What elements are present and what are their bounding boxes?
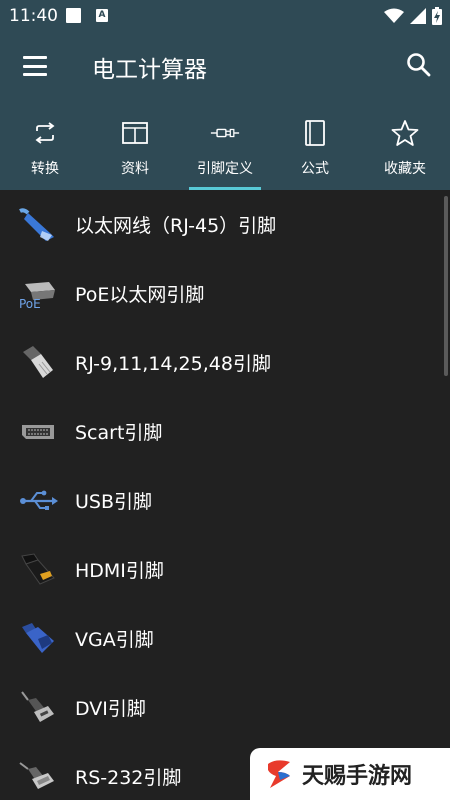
scart-plug-icon: [16, 412, 60, 452]
list-item[interactable]: RJ-9,11,14,25,48引脚: [0, 328, 444, 397]
repeat-icon: [30, 118, 60, 148]
signal-icon: [410, 8, 426, 24]
list-item-label: Scart引脚: [75, 422, 163, 444]
notification-square-icon: [66, 8, 81, 23]
rj11-plug-icon: [16, 343, 60, 383]
search-button[interactable]: [404, 50, 434, 80]
list-item-label: RJ-9,11,14,25,48引脚: [75, 353, 271, 375]
rs232-plug-icon: [16, 757, 60, 797]
list-item[interactable]: PoE PoE以太网引脚: [0, 259, 444, 328]
tab-convert[interactable]: 转换: [0, 114, 90, 190]
book-icon: [300, 118, 330, 148]
scrollbar[interactable]: [444, 196, 448, 376]
tab-pinouts[interactable]: 引脚定义: [180, 114, 270, 190]
tab-favorites[interactable]: 收藏夹: [360, 114, 450, 190]
hdmi-plug-icon: [16, 550, 60, 590]
tab-label: 公式: [301, 161, 329, 177]
pinout-list: 以太网线（RJ-45）引脚 PoE PoE以太网引脚 RJ-9,11,14,25…: [0, 190, 450, 800]
list-item[interactable]: 以太网线（RJ-45）引脚: [0, 190, 444, 259]
list-item[interactable]: VGA引脚: [0, 604, 444, 673]
list-item-label: RS-232引脚: [75, 767, 182, 789]
tab-label: 收藏夹: [384, 161, 426, 177]
list-item[interactable]: HDMI引脚: [0, 535, 444, 604]
list-item-label: 以太网线（RJ-45）引脚: [75, 215, 277, 237]
poe-icon: PoE: [16, 274, 60, 314]
app-title: 电工计算器: [92, 57, 207, 83]
wifi-icon: [384, 8, 404, 23]
poe-icon-text: PoE: [19, 297, 41, 311]
connector-icon: [210, 118, 240, 148]
watermark: 天赐手游网: [250, 748, 450, 800]
status-icons: [384, 6, 442, 26]
list-item-label: HDMI引脚: [75, 560, 164, 582]
list-item[interactable]: Scart引脚: [0, 397, 444, 466]
menu-icon: [23, 56, 47, 59]
notification-letter-icon: A: [96, 9, 108, 22]
battery-icon: [432, 7, 442, 25]
list-item[interactable]: USB引脚: [0, 466, 444, 535]
tab-label: 引脚定义: [197, 161, 253, 177]
list-item-label: DVI引脚: [75, 698, 146, 720]
tab-bar: 转换 资料 引脚定义 公式 收藏夹: [0, 114, 450, 190]
list-item-label: USB引脚: [75, 491, 153, 513]
book-open-icon: [120, 118, 150, 148]
vga-plug-icon: [16, 619, 60, 659]
status-bar: 11:40 A: [0, 0, 450, 32]
list-item[interactable]: DVI引脚: [0, 673, 444, 742]
menu-button[interactable]: [20, 54, 50, 78]
ethernet-cable-icon: [16, 205, 60, 245]
watermark-text: 天赐手游网: [302, 764, 413, 789]
tab-formulas[interactable]: 公式: [270, 114, 360, 190]
app-bar: 电工计算器 转换 资料 引脚定义 公式 收藏夹: [0, 32, 450, 190]
search-icon: [407, 53, 431, 77]
tab-label: 转换: [31, 161, 59, 177]
star-icon: [390, 118, 420, 148]
status-time: 11:40: [9, 6, 58, 26]
usb-icon: [16, 481, 60, 521]
list-item-label: VGA引脚: [75, 629, 154, 651]
tab-materials[interactable]: 资料: [90, 114, 180, 190]
list-item-label: PoE以太网引脚: [75, 284, 205, 306]
tab-label: 资料: [121, 161, 149, 177]
dvi-plug-icon: [16, 688, 60, 728]
watermark-logo-icon: [268, 760, 290, 788]
